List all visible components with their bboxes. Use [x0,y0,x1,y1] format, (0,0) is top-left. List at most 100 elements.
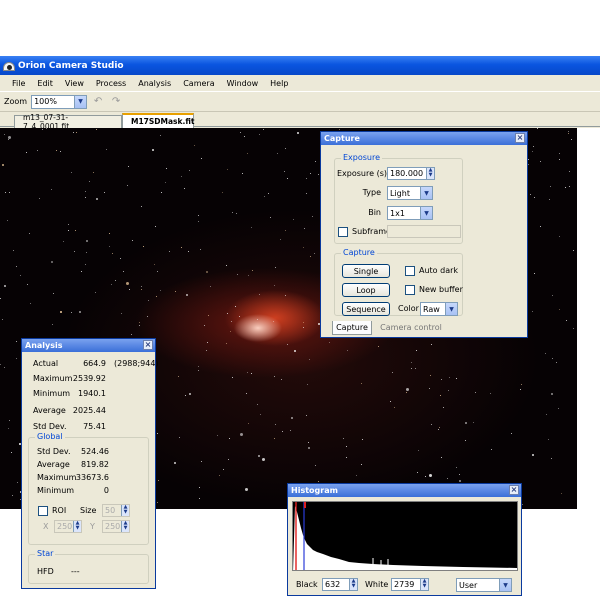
spinner-icon[interactable]: ▲ ▼ [426,168,434,179]
tab-capture[interactable]: Capture [332,321,372,335]
app-logo-icon [3,60,15,72]
star-dot [443,407,444,408]
loop-label: Loop [356,285,376,295]
star-dot [303,327,304,328]
global-average-label: Average [37,460,70,469]
star-dot [406,388,409,391]
undo-icon[interactable]: ↶ [91,95,105,109]
star-dot [246,393,247,394]
menu-window[interactable]: Window [221,79,265,88]
zoom-select[interactable]: 100% ▼ [31,94,88,109]
roi-checkbox[interactable] [38,506,48,516]
menu-help[interactable]: Help [264,79,294,88]
star-dot [418,450,419,451]
star-dot [181,247,182,248]
spinner-icon[interactable]: ▲ ▼ [121,505,129,516]
spinner-icon[interactable]: ▲ ▼ [73,521,81,532]
star-dot [166,168,167,169]
star-dot [459,474,460,475]
tab-m17[interactable]: M17SDMask.fit [122,113,195,128]
spinner-icon[interactable]: ▲ ▼ [349,579,357,590]
star-dot [552,295,553,296]
star-dot [247,372,248,373]
sequence-button[interactable]: Sequence [342,302,390,316]
size-input[interactable]: 50 ▲ ▼ [102,504,130,517]
star-dot [406,392,407,393]
type-select[interactable]: Light ▼ [387,186,433,200]
x-input[interactable]: 250 ▲ ▼ [54,520,82,533]
star-dot [540,226,541,227]
menu-camera[interactable]: Camera [177,79,220,88]
black-input[interactable]: 632 ▲ ▼ [322,578,358,591]
star-dot [89,181,90,182]
color-value: Raw [423,304,440,314]
star-dot [148,300,149,301]
star-dot [236,213,237,214]
star-dot [270,217,271,218]
star-dot [308,447,310,449]
chevron-down-icon[interactable]: ▼ [499,579,511,591]
color-select[interactable]: Raw ▼ [420,302,458,316]
maximum-label: Maximum [33,374,73,383]
black-value: 632 [325,580,341,589]
spinner-icon[interactable]: ▲ ▼ [121,521,129,532]
maximum-value: 2539.92 [72,374,106,383]
star-dot [573,328,574,329]
star-dot [26,152,27,153]
star-dot [561,493,562,494]
menu-analysis[interactable]: Analysis [132,79,177,88]
chevron-down-icon[interactable]: ▼ [420,207,432,219]
histogram-mode-select[interactable]: User ▼ [456,578,512,592]
new-buffer-checkbox[interactable] [405,285,415,295]
star-dot [199,487,200,488]
size-label: Size [80,506,97,515]
white-input[interactable]: 2739 ▲ ▼ [391,578,429,591]
chevron-down-icon[interactable]: ▼ [74,95,87,108]
star-dot [280,239,281,240]
menu-file[interactable]: File [6,79,31,88]
menu-process[interactable]: Process [90,79,132,88]
single-button[interactable]: Single [342,264,390,278]
star-dot [329,342,330,343]
average-label: Average [33,406,66,415]
close-icon[interactable]: × [143,340,153,350]
bin-select[interactable]: 1x1 ▼ [387,206,433,220]
histogram-plot[interactable] [292,501,518,571]
star-dot [308,442,309,443]
tab-m13[interactable]: m13_07-31-7_4_0001.fit [14,113,122,131]
subframe-input[interactable] [387,225,461,238]
capture-group: Capture Single Auto dark Loop New buffer… [334,248,463,316]
chevron-down-icon[interactable]: ▼ [420,187,432,199]
star-dot [232,212,233,213]
star-dot [154,264,155,265]
star-dot [68,230,69,231]
loop-button[interactable]: Loop [342,283,390,297]
star-dot [188,251,189,252]
close-icon[interactable]: × [515,133,525,143]
global-stddev-label: Std Dev. [37,447,71,456]
star-dot [441,457,442,458]
star-dot [71,172,72,173]
star-dot [293,219,294,220]
star-dot [465,422,467,424]
subframe-checkbox[interactable] [338,227,348,237]
auto-dark-checkbox[interactable] [405,266,415,276]
close-icon[interactable]: × [509,485,519,495]
star-dot [568,133,569,134]
chevron-down-icon[interactable]: ▼ [445,303,457,315]
global-minimum-label: Minimum [37,486,75,495]
average-value: 2025.44 [72,406,106,415]
star-dot [96,198,98,200]
y-input[interactable]: 250 ▲ ▼ [102,520,130,533]
star-dot [75,230,76,231]
exposure-input[interactable]: 180.000 ▲ ▼ [387,167,435,180]
redo-icon[interactable]: ↷ [109,95,123,109]
menu-edit[interactable]: Edit [31,79,59,88]
spinner-icon[interactable]: ▲ ▼ [420,579,428,590]
tab-camera-control[interactable]: Camera control [373,321,449,334]
tab-label: M17SDMask.fit [131,117,195,126]
menu-view[interactable]: View [59,79,90,88]
star-dot [275,267,276,268]
star-dot [208,315,209,316]
star-dot [51,189,52,190]
